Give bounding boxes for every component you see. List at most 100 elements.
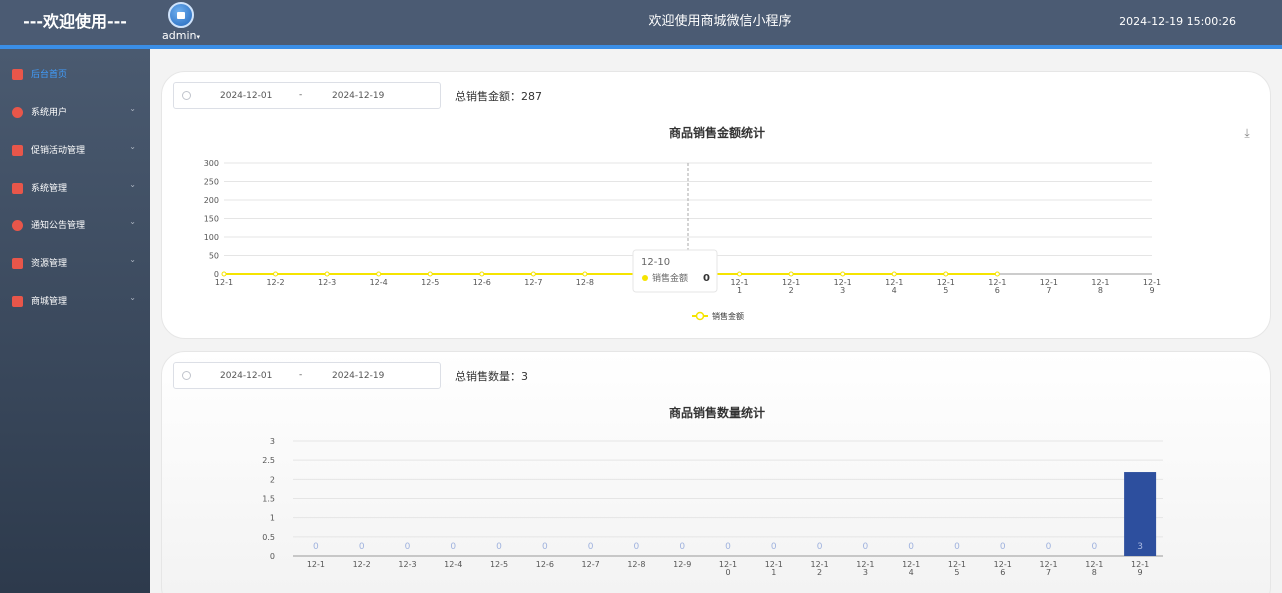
bar-data-label: 0 xyxy=(588,542,594,552)
x-tick-label: 12-6 xyxy=(473,278,491,287)
caret-down-icon[interactable]: ▾ xyxy=(196,33,200,41)
sidebar-item-label: 系统管理 xyxy=(31,184,68,194)
x-tick-label: 12-4 xyxy=(444,560,462,569)
data-point xyxy=(582,271,588,277)
data-point xyxy=(427,271,433,277)
username[interactable]: admin xyxy=(162,29,196,42)
avatar[interactable] xyxy=(168,2,194,28)
page-title: 欢迎使用商城微信小程序 xyxy=(648,14,792,29)
user-menu[interactable]: admin▾ xyxy=(158,2,204,44)
y-tick-label: 1.5 xyxy=(262,495,275,504)
sidebar-item-mall[interactable]: 商城管理 ⌄ xyxy=(0,283,150,321)
y-tick-label: 150 xyxy=(204,215,219,224)
x-tick-label: 12-9 xyxy=(673,560,691,569)
x-tick-label: 12-1 xyxy=(307,560,325,569)
y-tick-label: 300 xyxy=(204,159,219,168)
x-tick-label: 12-6 xyxy=(536,560,554,569)
bar-data-label: 0 xyxy=(359,542,365,552)
chevron-down-icon: ⌄ xyxy=(129,293,136,302)
sidebar-item-promotions[interactable]: 促销活动管理 ⌄ xyxy=(0,132,150,170)
brand-title: ---欢迎使用--- xyxy=(23,12,127,31)
y-tick-label: 1 xyxy=(270,514,275,523)
x-tick-label: 8 xyxy=(1092,568,1097,577)
sidebar-item-resources[interactable]: 资源管理 ⌄ xyxy=(0,245,150,283)
x-tick-label: 8 xyxy=(1098,286,1103,295)
flag-icon xyxy=(12,258,23,269)
data-point xyxy=(943,271,949,277)
sales-amount-chart: 05010015020025030012-1 12-2 12-3 12-4 12-5 12… xyxy=(204,159,1161,321)
sidebar-item-home[interactable]: 后台首页 xyxy=(0,56,150,94)
chevron-down-icon: ⌄ xyxy=(129,142,136,151)
sidebar-item-label: 系统用户 xyxy=(31,108,68,118)
main-content: 2024-12-01 - 2024-12-19 总销售金额：287 商品销售金额… xyxy=(150,49,1282,593)
x-tick-label: 0 xyxy=(725,568,730,577)
chevron-down-icon: ⌄ xyxy=(129,217,136,226)
x-tick-label: 4 xyxy=(892,286,897,295)
x-tick-label: 2 xyxy=(817,568,822,577)
chevron-down-icon: ⌄ xyxy=(129,255,136,264)
y-tick-label: 3 xyxy=(270,437,275,446)
data-point xyxy=(737,271,743,277)
sidebar-item-system-users[interactable]: 系统用户 ⌄ xyxy=(0,94,150,132)
data-point xyxy=(273,271,279,277)
data-point xyxy=(994,271,1000,277)
chevron-down-icon: ⌄ xyxy=(129,180,136,189)
tooltip-title: 12-10 xyxy=(641,257,670,268)
data-point xyxy=(530,271,536,277)
x-tick-label: 5 xyxy=(943,286,948,295)
sidebar-item-notices[interactable]: 通知公告管理 ⌄ xyxy=(0,207,150,245)
bar-chart-icon xyxy=(12,183,23,194)
top-bar: ---欢迎使用--- admin▾ 欢迎使用商城微信小程序 2024-12-19… xyxy=(0,0,1282,45)
bar-data-label: 0 xyxy=(1046,542,1052,552)
x-tick-label: 12-5 xyxy=(421,278,439,287)
legend-label: 销售金额 xyxy=(712,311,744,321)
monitor-icon xyxy=(12,69,23,80)
sidebar-item-label: 后台首页 xyxy=(31,70,68,80)
bar-data-label: 0 xyxy=(542,542,548,552)
x-tick-label: 1 xyxy=(737,286,742,295)
y-tick-label: 50 xyxy=(209,252,219,261)
bar-data-label: 0 xyxy=(679,542,685,552)
sales-quantity-card: 2024-12-01 - 2024-12-19 总销售数量：3 商品销售数量统计… xyxy=(161,351,1271,593)
data-point xyxy=(479,271,485,277)
bar-data-label: 0 xyxy=(1000,542,1006,552)
chart-line-icon xyxy=(12,145,23,156)
sidebar-item-label: 通知公告管理 xyxy=(31,221,86,231)
sidebar-item-system-management[interactable]: 系统管理 ⌄ xyxy=(0,170,150,208)
data-point xyxy=(788,271,794,277)
x-tick-label: 12-3 xyxy=(398,560,416,569)
data-point xyxy=(891,271,897,277)
x-tick-label: 12-1 xyxy=(215,278,233,287)
y-tick-label: 0 xyxy=(270,552,275,561)
y-tick-label: 200 xyxy=(204,196,219,205)
datetime-display: 2024-12-19 15:00:26 xyxy=(1119,15,1236,28)
monitor-icon xyxy=(12,296,23,307)
sales-amount-card: 2024-12-01 - 2024-12-19 总销售金额：287 商品销售金额… xyxy=(161,71,1271,339)
chevron-down-icon: ⌄ xyxy=(129,104,136,113)
sales-quantity-chart: 0 0.5 1 1.5 2 2.5 3 0 0 0 0 0 0 0 0 0 0 0 0 0 0 0 0 0 0 3 12-1 12-2… xyxy=(262,437,1163,577)
bar-data-label: 0 xyxy=(817,542,823,552)
x-tick-label: 7 xyxy=(1046,568,1051,577)
legend-marker xyxy=(695,311,705,321)
x-tick-label: 12-2 xyxy=(353,560,371,569)
bar-data-label: 0 xyxy=(954,542,960,552)
data-point xyxy=(840,271,846,277)
data-point xyxy=(324,271,330,277)
y-tick-label: 2 xyxy=(270,475,275,484)
alert-icon xyxy=(12,220,23,231)
bar-data-label: 0 xyxy=(908,542,914,552)
bar-data-label: 0 xyxy=(313,542,319,552)
bar-data-label: 0 xyxy=(634,542,640,552)
y-tick-label: 100 xyxy=(204,233,219,242)
x-tick-label: 1 xyxy=(771,568,776,577)
sidebar-item-label: 资源管理 xyxy=(31,259,68,269)
data-point xyxy=(221,271,227,277)
x-tick-label: 12-3 xyxy=(318,278,336,287)
data-point xyxy=(376,271,382,277)
x-tick-label: 12-8 xyxy=(627,560,645,569)
y-tick-label: 0.5 xyxy=(262,533,275,542)
bar-data-label: 3 xyxy=(1137,542,1143,552)
bar-data-label: 0 xyxy=(771,542,777,552)
app-root: { "header": { "brand": "---欢迎使用---", "us… xyxy=(0,0,1282,593)
tooltip-series-name: 销售金额 xyxy=(652,272,688,284)
